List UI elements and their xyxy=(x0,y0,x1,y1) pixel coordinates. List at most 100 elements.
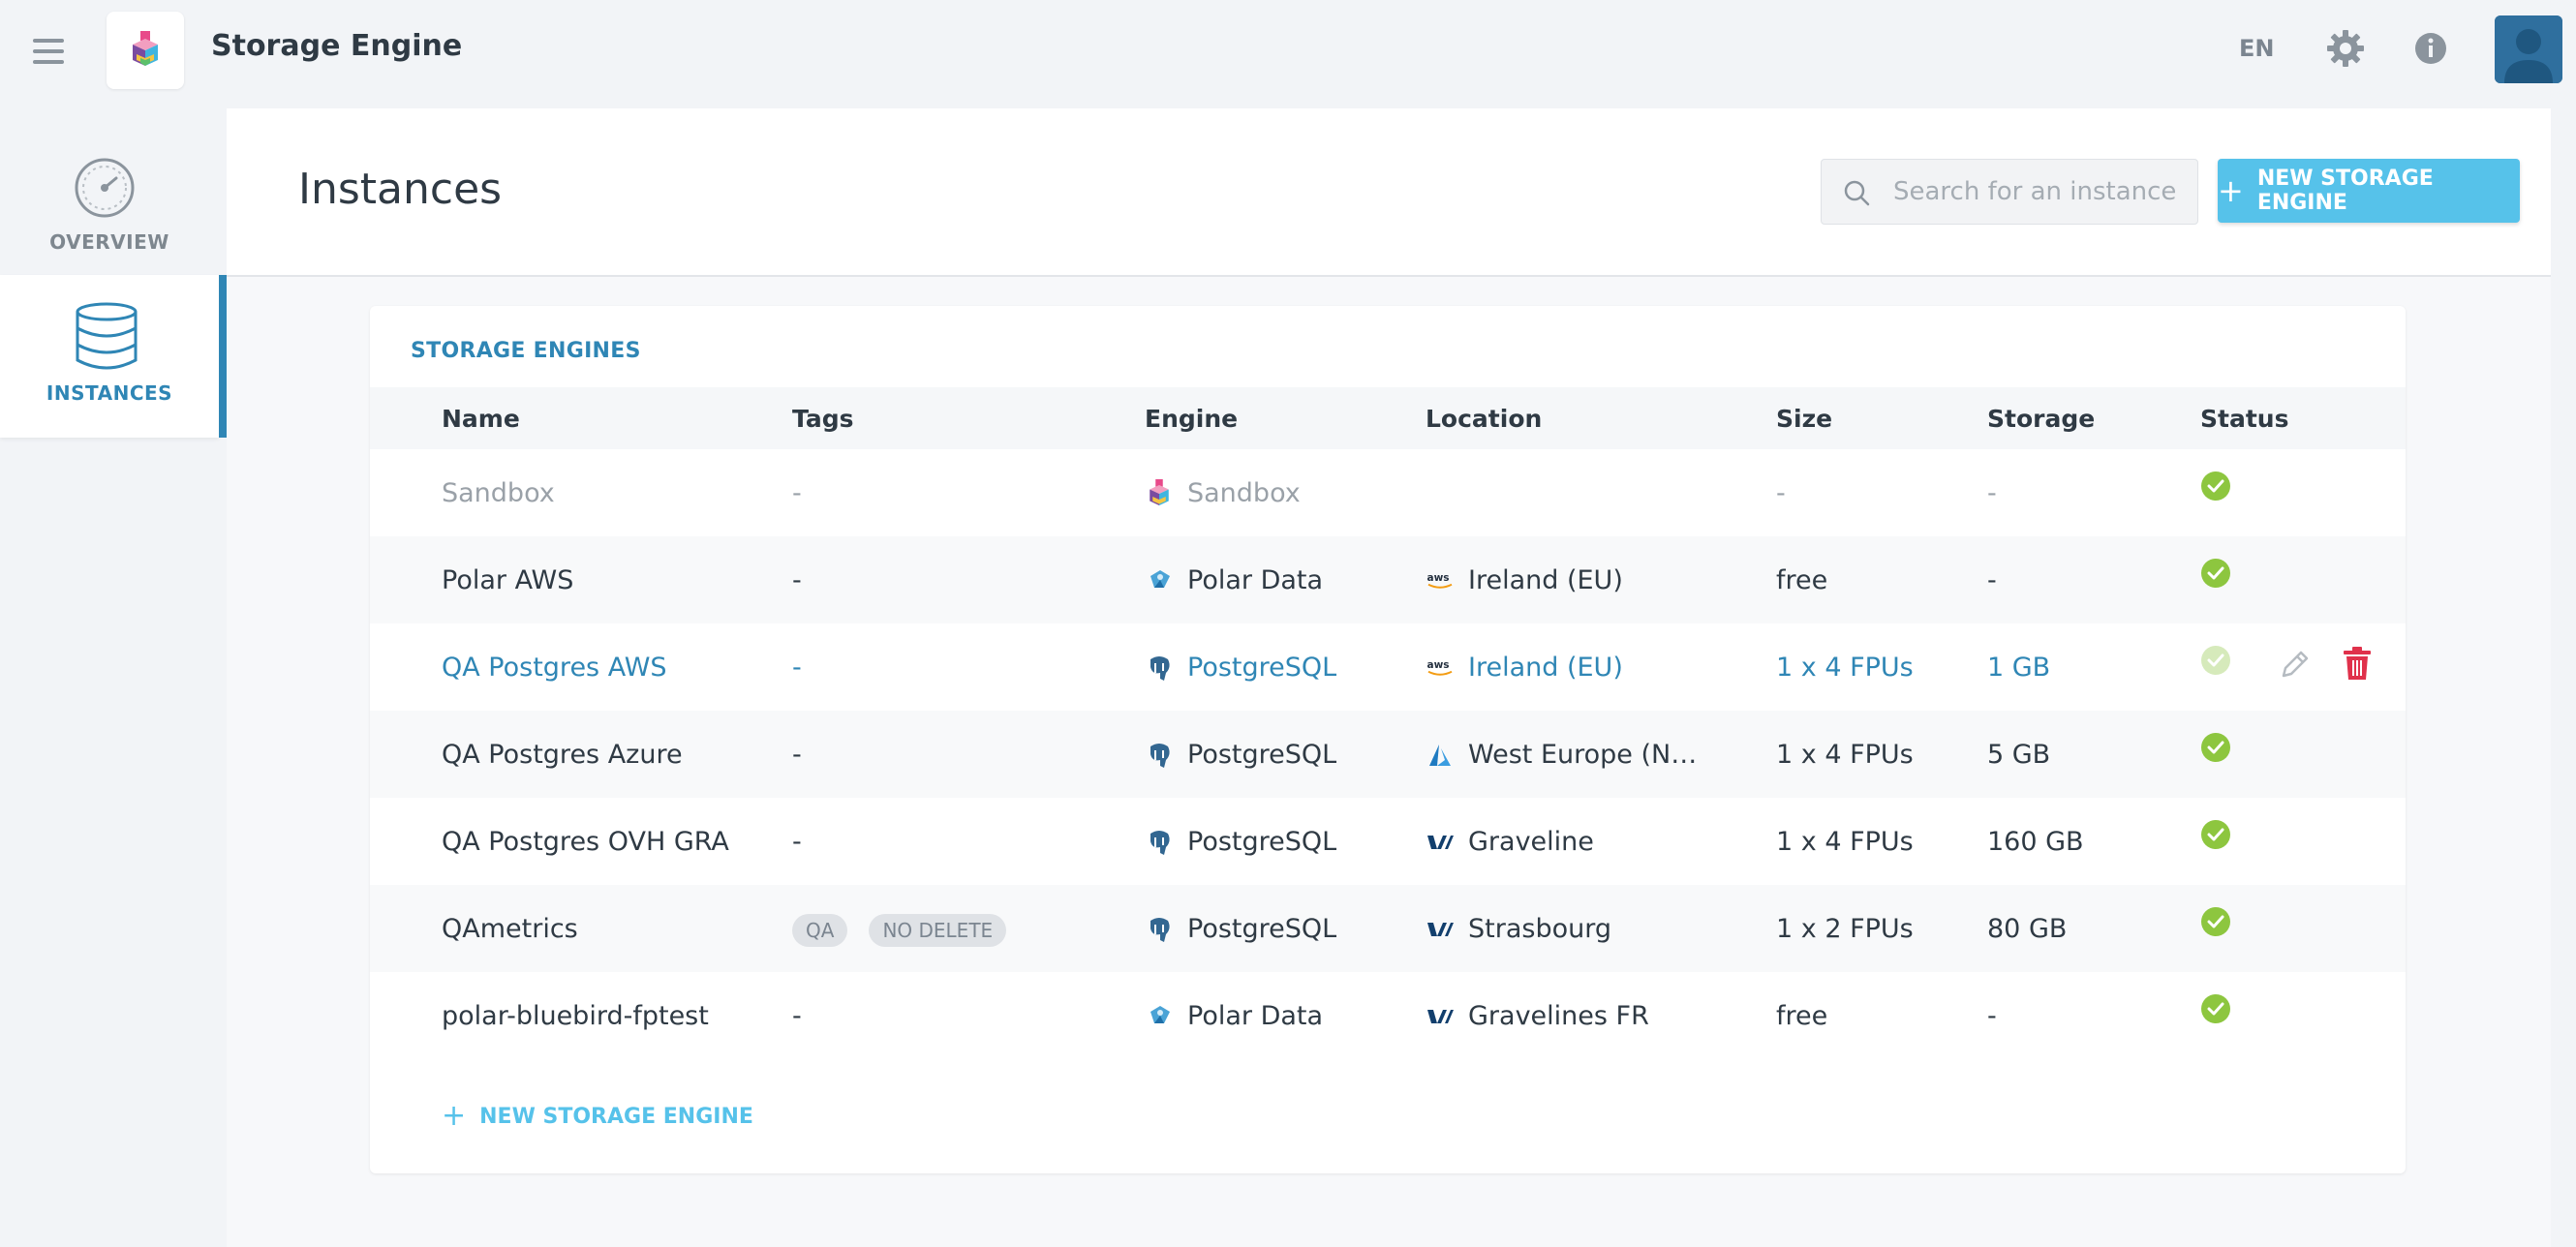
column-header-name[interactable]: Name xyxy=(442,405,520,433)
row-size: free xyxy=(1776,565,1828,595)
row-engine: Sandbox xyxy=(1145,478,1301,508)
svg-text:aws: aws xyxy=(1427,659,1450,671)
check-circle-icon xyxy=(2201,733,2230,762)
row-name[interactable]: QA Postgres AWS xyxy=(442,653,667,683)
trash-icon[interactable] xyxy=(2340,645,2375,682)
search-input[interactable] xyxy=(1891,169,2186,214)
location-label: Strasbourg xyxy=(1468,914,1611,944)
row-storage: 1 GB xyxy=(1987,653,2051,683)
postgresql-icon xyxy=(1150,655,1170,681)
column-header-status[interactable]: Status xyxy=(2200,405,2288,433)
edit-icon[interactable] xyxy=(2278,647,2313,682)
app-title: Storage Engine xyxy=(211,29,463,63)
check-circle-icon xyxy=(2201,907,2230,936)
location-label: Graveline xyxy=(1468,827,1594,857)
table-row[interactable]: Polar AWS - Polar Data aws Ireland (EU) … xyxy=(370,536,2406,624)
row-status xyxy=(2200,906,2231,937)
row-tags: - xyxy=(792,653,802,683)
row-engine: Polar Data xyxy=(1145,565,1323,595)
postgresql-icon xyxy=(1150,830,1170,855)
row-tags: - xyxy=(792,478,802,508)
tag-badge[interactable]: NO DELETE xyxy=(869,914,1007,947)
row-location: Gravelines FR xyxy=(1426,1001,1649,1031)
aws-icon: aws xyxy=(1427,572,1453,589)
row-storage: 80 GB xyxy=(1987,914,2068,944)
row-storage: - xyxy=(1987,1001,1997,1031)
row-status xyxy=(2200,993,2231,1024)
page-header: Instances + NEW STORAGE ENGINE xyxy=(227,108,2551,277)
table-row[interactable]: polar-bluebird-fptest - Polar Data Grave… xyxy=(370,972,2406,1059)
row-status xyxy=(2200,558,2231,589)
check-circle-icon xyxy=(2201,471,2230,501)
row-engine: PostgreSQL xyxy=(1145,653,1336,683)
row-location: Graveline xyxy=(1426,827,1594,857)
gear-icon[interactable] xyxy=(2326,29,2365,68)
engine-label: Polar Data xyxy=(1187,1001,1324,1031)
row-engine: Polar Data xyxy=(1145,1001,1323,1031)
app-logo xyxy=(107,12,184,89)
row-name[interactable]: Sandbox xyxy=(442,478,555,508)
row-name[interactable]: QA Postgres Azure xyxy=(442,740,683,770)
row-size: 1 x 2 FPUs xyxy=(1776,914,1914,944)
table-row[interactable]: QAmetrics QA NO DELETE PostgreSQL Strasb… xyxy=(370,885,2406,972)
row-name[interactable]: polar-bluebird-fptest xyxy=(442,1001,709,1031)
card-title: STORAGE ENGINES xyxy=(411,339,641,363)
table-header: Name Tags Engine Location Size Storage S… xyxy=(370,387,2406,449)
row-size: 1 x 4 FPUs xyxy=(1776,827,1914,857)
engine-label: PostgreSQL xyxy=(1187,653,1337,683)
add-storage-engine-link[interactable]: + NEW STORAGE ENGINE xyxy=(442,1102,753,1131)
row-status xyxy=(2200,819,2231,850)
main-content: Instances + NEW STORAGE ENGINE STORAGE E… xyxy=(227,108,2551,1247)
row-storage: - xyxy=(1987,478,1997,508)
row-status xyxy=(2200,645,2231,676)
sidebar-item-overview[interactable]: OVERVIEW xyxy=(0,124,219,287)
page-title: Instances xyxy=(298,165,503,214)
row-name[interactable]: Polar AWS xyxy=(442,565,573,595)
button-label: NEW STORAGE ENGINE xyxy=(2256,167,2434,215)
user-avatar[interactable] xyxy=(2495,15,2562,83)
menu-icon[interactable] xyxy=(33,39,64,64)
column-header-tags[interactable]: Tags xyxy=(792,405,853,433)
sidebar: OVERVIEW INSTANCES xyxy=(0,105,227,1247)
row-storage: 160 GB xyxy=(1987,827,2084,857)
add-link-label: NEW STORAGE ENGINE xyxy=(479,1104,753,1129)
info-icon[interactable] xyxy=(2411,29,2450,68)
column-header-engine[interactable]: Engine xyxy=(1145,405,1238,433)
gauge-icon xyxy=(75,158,135,218)
sidebar-item-label: OVERVIEW xyxy=(49,230,169,254)
row-name[interactable]: QA Postgres OVH GRA xyxy=(442,827,729,857)
check-circle-icon xyxy=(2201,646,2230,675)
row-name[interactable]: QAmetrics xyxy=(442,914,578,944)
postgresql-icon xyxy=(1150,743,1170,768)
row-tags: - xyxy=(792,1001,802,1031)
row-engine: PostgreSQL xyxy=(1145,740,1336,770)
location-label: Gravelines FR xyxy=(1468,1001,1649,1031)
row-status xyxy=(2200,732,2231,763)
language-selector[interactable]: EN xyxy=(2239,35,2274,62)
row-location: aws Ireland (EU) xyxy=(1426,565,1623,595)
ovh-icon xyxy=(1427,835,1454,849)
column-header-location[interactable]: Location xyxy=(1426,405,1542,433)
ovh-icon xyxy=(1427,1009,1454,1023)
postgresql-icon xyxy=(1150,917,1170,942)
sidebar-item-instances[interactable]: INSTANCES xyxy=(0,275,227,438)
row-storage: - xyxy=(1987,565,1997,595)
tag-badge[interactable]: QA xyxy=(792,914,848,947)
engine-label: PostgreSQL xyxy=(1187,914,1337,944)
table-row[interactable]: QA Postgres Azure - PostgreSQL West Euro… xyxy=(370,711,2406,798)
column-header-storage[interactable]: Storage xyxy=(1987,405,2095,433)
row-tags: - xyxy=(792,827,802,857)
row-size: - xyxy=(1776,478,1786,508)
new-storage-engine-button[interactable]: + NEW STORAGE ENGINE xyxy=(2218,159,2520,223)
row-location: West Europe (N… xyxy=(1426,740,1697,770)
table-row[interactable]: QA Postgres AWS - PostgreSQL aws Ireland… xyxy=(370,624,2406,711)
table-row[interactable]: Sandbox - Sandbox - - xyxy=(370,449,2406,536)
svg-text:aws: aws xyxy=(1427,572,1450,584)
column-header-size[interactable]: Size xyxy=(1776,405,1832,433)
aws-icon: aws xyxy=(1427,659,1453,676)
row-tags: - xyxy=(792,740,802,770)
location-label: Ireland (EU) xyxy=(1468,565,1623,595)
table-row[interactable]: QA Postgres OVH GRA - PostgreSQL Graveli… xyxy=(370,798,2406,885)
row-location: aws Ireland (EU) xyxy=(1426,653,1623,683)
row-tags: - xyxy=(792,565,802,595)
